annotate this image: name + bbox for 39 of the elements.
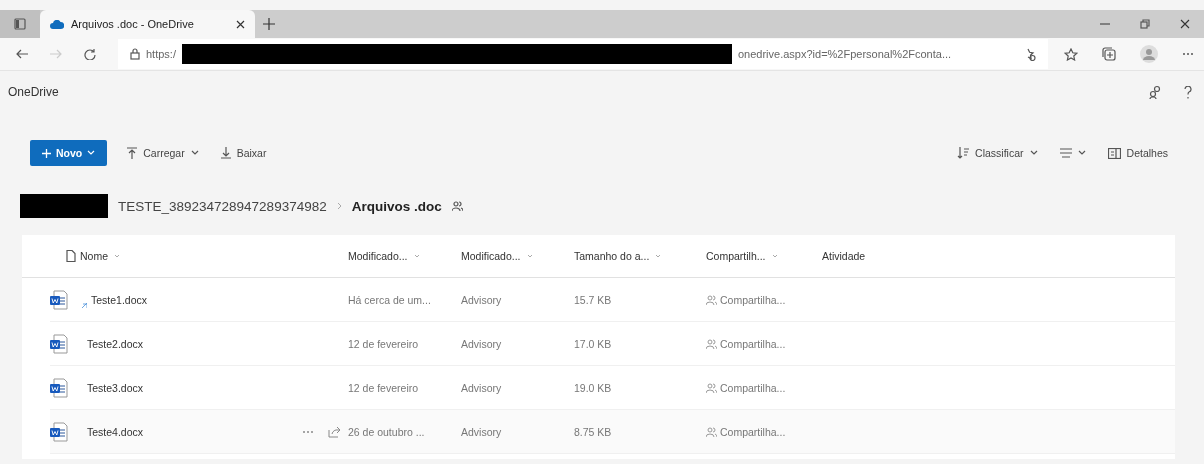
download-button[interactable]: Baixar [218, 143, 269, 163]
modified-date: 26 de outubro ... [348, 425, 426, 438]
upload-button[interactable]: Carregar [125, 143, 201, 163]
column-header[interactable]: Atividade [822, 250, 1175, 262]
url-text: onedrive.aspx?id=%2Fpersonal%2Fconta... [737, 48, 952, 60]
file-name[interactable]: Teste1.docx [91, 293, 148, 306]
file-name[interactable]: Teste2.docx [87, 337, 144, 350]
sharing-status[interactable]: Compartilha... [720, 293, 786, 306]
modified-date: Há cerca de um... [348, 293, 432, 306]
modified-date: 12 de fevereiro [348, 337, 420, 350]
file-size: 17.0 KB [574, 337, 613, 350]
breadcrumb-item[interactable]: TESTE_389234728947289374982 [118, 198, 327, 214]
column-header[interactable]: Compartilh... [706, 250, 822, 262]
app-title: OneDrive [8, 85, 59, 99]
file-name[interactable]: Teste3.docx [87, 381, 144, 394]
column-header[interactable]: Nome [80, 250, 348, 262]
file-name[interactable]: Teste4.docx [87, 425, 144, 438]
details-button[interactable]: Detalhes [1105, 143, 1170, 163]
browser-tab[interactable]: Arquivos .doc - OneDrive [40, 10, 255, 38]
file-size: 15.7 KB [574, 293, 613, 306]
url-text: https:/ [146, 48, 176, 60]
modified-by: Advisory [461, 337, 503, 350]
address-bar[interactable]: https:/ onedrive.aspx?id=%2Fpersonal%2Fconta... [118, 39, 1048, 69]
modified-date: 12 de fevereiro [348, 381, 420, 394]
column-header[interactable]: Tamanho do a... [574, 250, 706, 262]
sort-button[interactable]: Classificar [955, 143, 1040, 163]
file-size: 19.0 KB [574, 381, 613, 394]
column-header[interactable]: Modificado... [461, 250, 574, 262]
modified-by: Advisory [461, 381, 503, 394]
file-row[interactable]: Teste4.docx 26 de outubro ... Advisory 8.75 KB Compartilha... [50, 410, 1175, 454]
sharing-status[interactable]: Compartilha... [720, 381, 786, 394]
modified-by: Advisory [461, 293, 503, 306]
breadcrumb-item[interactable]: Arquivos .doc [351, 198, 442, 214]
sharing-status[interactable]: Compartilha... [720, 337, 786, 350]
file-size: 8.75 KB [574, 425, 613, 438]
modified-by: Advisory [461, 425, 503, 438]
new-button[interactable]: Novo [30, 140, 108, 166]
column-header[interactable]: Modificado... [348, 250, 461, 262]
sharing-status[interactable]: Compartilha... [720, 425, 786, 438]
